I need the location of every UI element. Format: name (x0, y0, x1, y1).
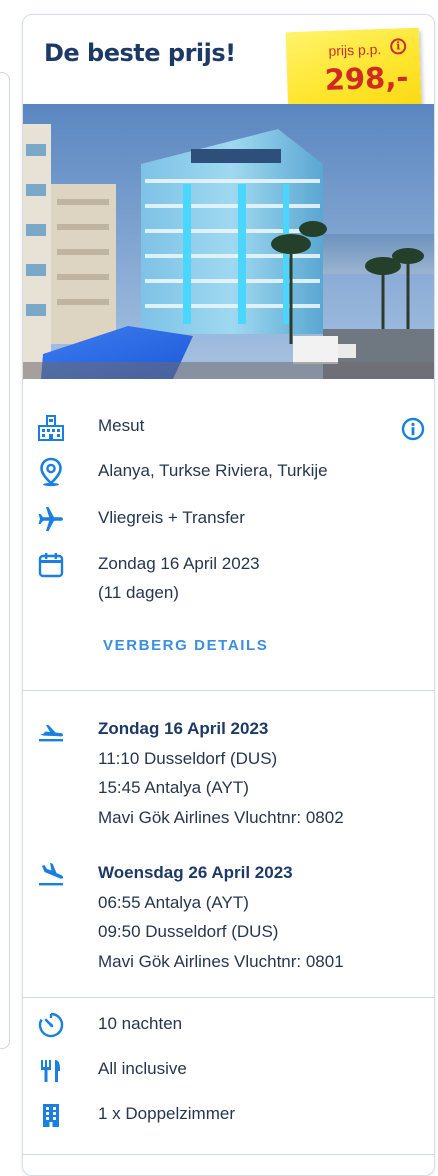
outbound-arrival: 15:45 Antalya (AYT) (98, 778, 249, 797)
price-sticker: prijs p.p. i 298,- (285, 27, 422, 113)
divider (23, 690, 434, 691)
return-arrival: 09:50 Dusseldorf (DUS) (98, 922, 279, 941)
card-title: De beste prijs! (44, 39, 236, 67)
hotel-photo[interactable] (23, 104, 434, 379)
room-text: 1 x Doppelzimmer (98, 1104, 235, 1123)
travel-type-text: Vliegreis + Transfer (98, 508, 245, 527)
hide-details-button[interactable]: VERBERG DETAILS (103, 637, 268, 654)
divider (23, 997, 434, 998)
hotel-building-icon (38, 415, 64, 441)
outbound-airline: Mavi Gök Airlines Vluchtnr: 0802 (98, 807, 344, 827)
outbound-departure: 11:10 Dusseldorf (DUS) (98, 748, 278, 768)
room-building-icon (43, 1104, 59, 1127)
outbound-date: Zondag 16 April 2023 (98, 719, 269, 738)
plane-departure-icon (39, 725, 64, 742)
offer-card[interactable]: De beste prijs! prijs p.p. i 298,- Mesut… (22, 14, 435, 1176)
adjacent-panel-edge (0, 72, 10, 1049)
hotel-name: Mesut (98, 416, 145, 435)
location-pin-icon (40, 457, 62, 487)
calendar-icon (38, 553, 64, 578)
return-date: Woensdag 26 April 2023 (98, 863, 293, 882)
info-circle-icon[interactable] (401, 417, 425, 441)
travel-duration: (11 dagen) (98, 583, 179, 602)
board-text: All inclusive (98, 1059, 187, 1078)
return-airline: Mavi Gök Airlines Vluchtnr: 0801 (98, 951, 344, 971)
travel-date: Zondag 16 April 2023 (98, 554, 260, 573)
outbound-flight-details: Zondag 16 April 2023 11:10 Dusseldorf (D… (98, 714, 344, 832)
price-label: prijs p.p. (328, 41, 382, 59)
price-value: 298,- (324, 60, 409, 97)
airplane-icon (38, 507, 63, 531)
cutlery-icon (41, 1060, 60, 1082)
timer-icon (38, 1012, 64, 1038)
return-departure: 06:55 Antalya (AYT) (98, 892, 249, 912)
price-info-icon[interactable]: i (389, 38, 407, 55)
plane-arrival-icon (39, 863, 64, 886)
nights-text: 10 nachten (98, 1014, 183, 1033)
divider (23, 1154, 434, 1155)
return-flight-details: Woensdag 26 April 2023 06:55 Antalya (AY… (98, 858, 344, 976)
location-text: Alanya, Turkse Riviera, Turkije (98, 461, 328, 480)
